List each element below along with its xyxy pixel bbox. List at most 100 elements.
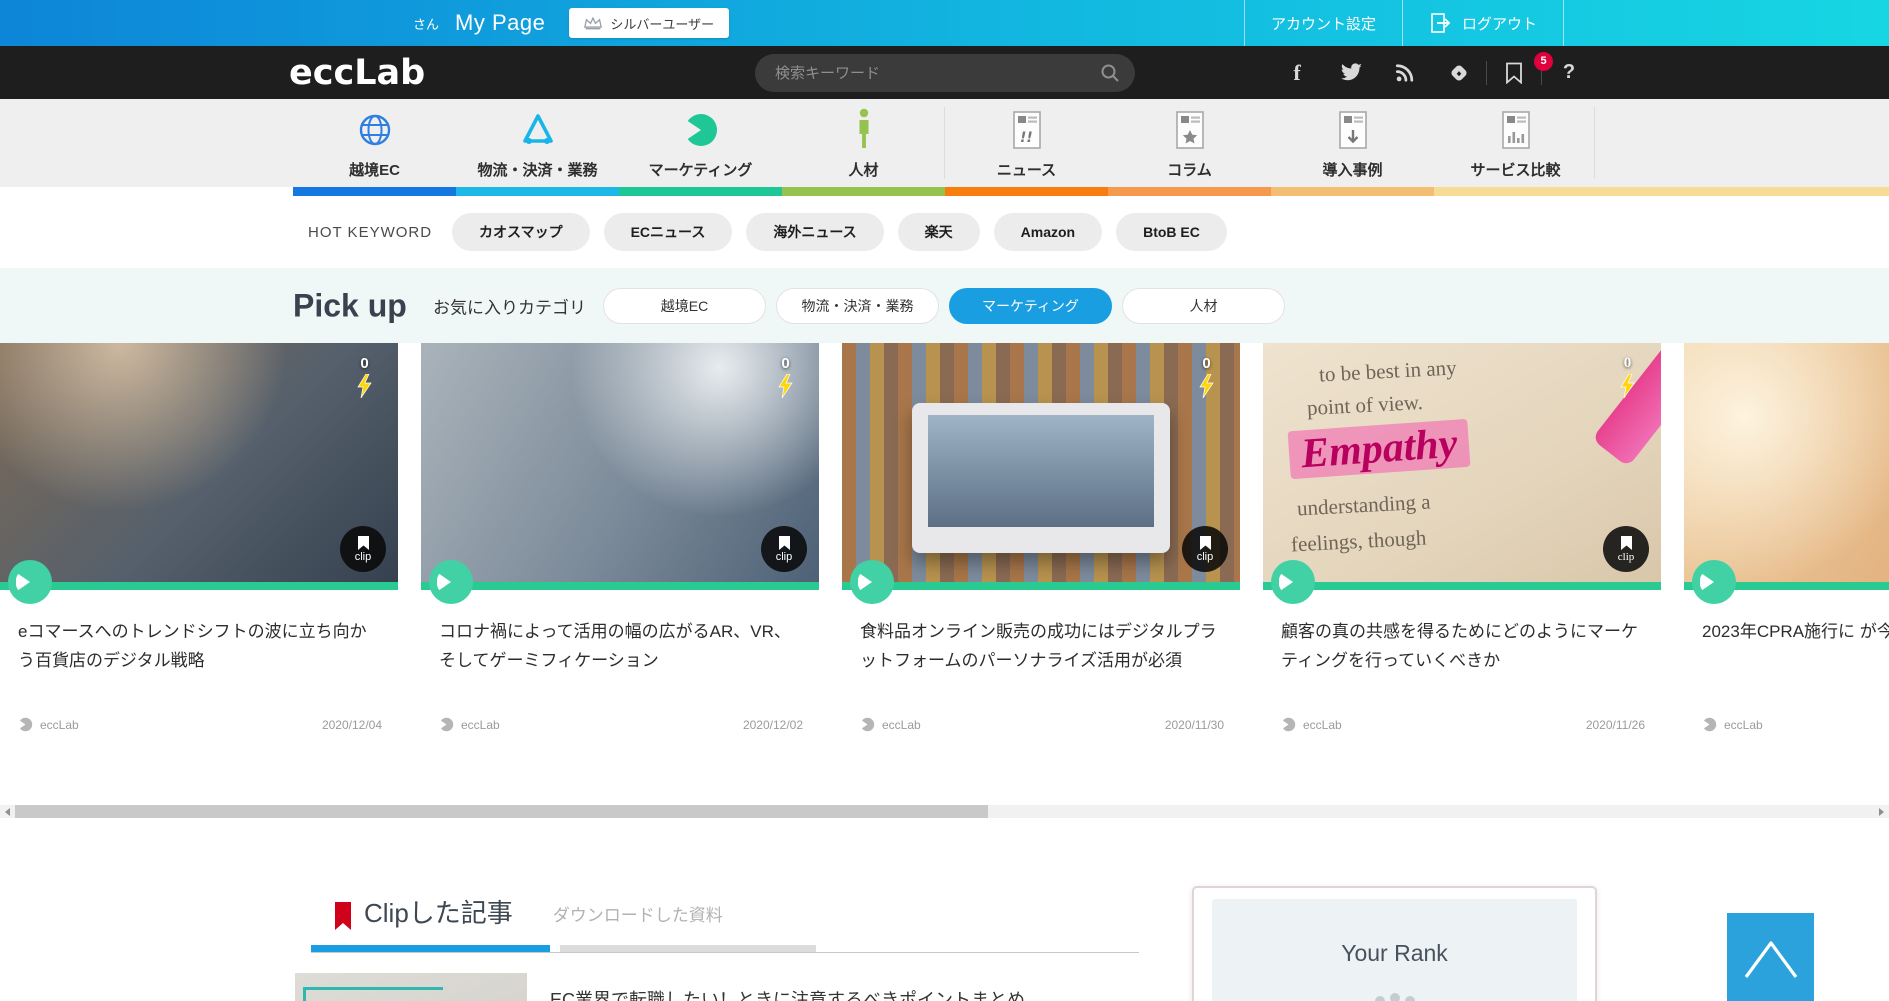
active-tab-indicator: [311, 945, 550, 952]
card-title[interactable]: 顧客の真の共感を得るためにどのようにマーケティングを行っていくべきか: [1263, 590, 1661, 675]
rss-icon[interactable]: [1378, 63, 1432, 83]
article-card[interactable]: 0 clip 2023年CPRA施行に が今行うべき具体的: [1684, 343, 1889, 795]
keyword-ec-news[interactable]: ECニュース: [604, 213, 733, 251]
clip-count-badge: 0: [1199, 355, 1214, 398]
twitter-icon[interactable]: [1324, 63, 1378, 82]
my-page-link[interactable]: My Page: [455, 10, 545, 36]
article-card[interactable]: 0 clip コロナ禍によって活用の幅の広がるAR、VR、そしてゲーミフィケーシ…: [421, 343, 819, 795]
account-settings-button[interactable]: アカウント設定: [1244, 0, 1402, 46]
nav-item-label: 人材: [848, 159, 878, 180]
logout-button[interactable]: ログアウト: [1402, 0, 1564, 46]
card-title[interactable]: コロナ禍によって活用の幅の広がるAR、VR、そしてゲーミフィケーション: [421, 590, 819, 675]
category-pill-talent[interactable]: 人材: [1122, 288, 1285, 324]
lightning-icon: [1620, 374, 1635, 398]
nav-item-label: コラム: [1167, 159, 1212, 180]
bookmark-icon: [1505, 62, 1523, 84]
strip-marketing: [619, 187, 782, 196]
feedly-icon[interactable]: [1432, 62, 1486, 84]
column-doc-icon: [1175, 108, 1205, 152]
your-rank-card: Your Rank: [1192, 886, 1597, 1001]
category-pill-cross-border[interactable]: 越境EC: [603, 288, 766, 324]
nav-item-logistics-payment[interactable]: 物流・決済・業務: [456, 99, 619, 187]
ecclab-mark-icon: [1271, 560, 1315, 604]
your-rank-title: Your Rank: [1212, 940, 1577, 967]
ecclab-mark-icon: [1692, 560, 1736, 604]
clipped-article-row[interactable]: EC業界で転職したい！ときに注意するべきポイントまとめ: [295, 973, 1025, 1001]
clip-button[interactable]: clip: [1603, 526, 1649, 572]
card-title[interactable]: eコマースへのトレンドシフトの波に立ち向かう百貨店のデジタル戦略: [0, 590, 398, 675]
topbar: さん My Page シルバーユーザー アカウント設定 ログアウト: [0, 0, 1889, 46]
nav-item-column[interactable]: コラム: [1108, 99, 1271, 187]
keyword-overseas-news[interactable]: 海外ニュース: [746, 213, 883, 251]
author-mark-icon: [18, 717, 33, 732]
user-rank-badge: シルバーユーザー: [569, 8, 729, 38]
inactive-tab-indicator: [560, 945, 816, 952]
tab-clipped-articles[interactable]: Clipした記事: [335, 893, 513, 930]
author-mark-icon: [860, 717, 875, 732]
keyword-chaosmap[interactable]: カオスマップ: [452, 213, 590, 251]
carousel-scrollbar[interactable]: [0, 805, 1889, 818]
clip-button[interactable]: clip: [761, 526, 807, 572]
clip-button[interactable]: clip: [1182, 526, 1228, 572]
empathy-highlight: Empathy: [1288, 419, 1471, 479]
keyword-rakuten[interactable]: 楽天: [898, 213, 980, 251]
category-pill-logistics[interactable]: 物流・決済・業務: [776, 288, 939, 324]
logout-label: ログアウト: [1462, 13, 1537, 34]
nav-item-service-compare[interactable]: サービス比較: [1434, 99, 1597, 187]
nav-item-talent[interactable]: 人材: [782, 99, 945, 187]
pacman-icon: [682, 108, 720, 152]
author-mark-icon: [1281, 717, 1296, 732]
article-card[interactable]: to be best in any point of view. Empathy…: [1263, 343, 1661, 795]
clip-button[interactable]: clip: [340, 526, 386, 572]
nav-item-news[interactable]: !! ニュース: [945, 99, 1108, 187]
mypage-tabs: Clipした記事 ダウンロードした資料: [335, 893, 723, 930]
article-card[interactable]: 0 clip eコマースへのトレンドシフトの波に立ち向かう百貨店のデジタル戦略: [0, 343, 398, 795]
tab-downloaded-materials[interactable]: ダウンロードした資料: [553, 901, 723, 930]
scrollbar-thumb[interactable]: [15, 805, 988, 818]
card-meta: eccLab 2020/11/30: [860, 717, 1224, 732]
scrollbar-left-arrow[interactable]: [0, 805, 15, 818]
nav-item-marketing[interactable]: マーケティング: [619, 99, 782, 187]
facebook-icon[interactable]: f: [1270, 60, 1324, 86]
article-card[interactable]: 0 clip 食料品オンライン販売の成功にはデジタルプラットフォームのパーソナラ…: [842, 343, 1240, 795]
pickup-band: Pick up お気に入りカテゴリ 越境EC 物流・決済・業務 マーケティング …: [0, 268, 1889, 343]
card-date: 2020/11/26: [1586, 718, 1645, 732]
svg-text:!!: !!: [1020, 130, 1033, 146]
category-color-strip: [293, 187, 1889, 196]
bookmark-count-badge: 5: [1534, 52, 1553, 71]
clip-bookmark-icon: [1621, 536, 1632, 550]
nav-item-label: サービス比較: [1470, 159, 1560, 180]
scroll-to-top-button[interactable]: [1727, 913, 1814, 1001]
category-pill-marketing[interactable]: マーケティング: [949, 288, 1112, 324]
search-box[interactable]: [755, 54, 1135, 92]
laptop-screen-shape: [928, 415, 1154, 527]
search-icon[interactable]: [1099, 62, 1121, 84]
clipped-article-title[interactable]: EC業界で転職したい！ときに注意するべきポイントまとめ: [550, 973, 1025, 1001]
nav-item-case-studies[interactable]: 導入事例: [1271, 99, 1434, 187]
scrollbar-right-arrow[interactable]: [1874, 805, 1889, 818]
keyword-amazon[interactable]: Amazon: [994, 213, 1102, 251]
red-bookmark-icon: [335, 902, 351, 930]
person-icon: [854, 108, 874, 152]
card-title[interactable]: 食料品オンライン販売の成功にはデジタルプラットフォームのパーソナライズ活用が必須: [842, 590, 1240, 675]
site-header: eccLab f: [0, 46, 1889, 99]
search-input[interactable]: [775, 65, 1099, 82]
nav-item-cross-border-ec[interactable]: 越境EC: [293, 99, 456, 187]
tab-underline: [311, 945, 1139, 953]
category-nav-items: 越境EC 物流・決済・業務 マーケティング: [293, 99, 1597, 187]
keyword-btob-ec[interactable]: BtoB EC: [1116, 213, 1227, 251]
category-nav: 越境EC 物流・決済・業務 マーケティング: [0, 99, 1889, 187]
card-author: eccLab: [860, 717, 921, 732]
card-meta: eccLab 2020/11/26: [1281, 717, 1645, 732]
bookmark-button[interactable]: 5: [1487, 62, 1541, 84]
card-author: eccLab: [18, 717, 79, 732]
site-logo[interactable]: eccLab: [289, 46, 425, 99]
clip-count-badge: 0: [357, 355, 372, 398]
strip-logistics: [456, 187, 619, 196]
crown-icon: [584, 16, 602, 30]
rank-badge-label: シルバーユーザー: [610, 14, 714, 33]
card-author: eccLab: [1702, 717, 1763, 732]
nav-item-label: 導入事例: [1322, 159, 1382, 180]
ecclab-mark-icon: [850, 560, 894, 604]
topbar-actions: アカウント設定 ログアウト: [1244, 0, 1564, 46]
